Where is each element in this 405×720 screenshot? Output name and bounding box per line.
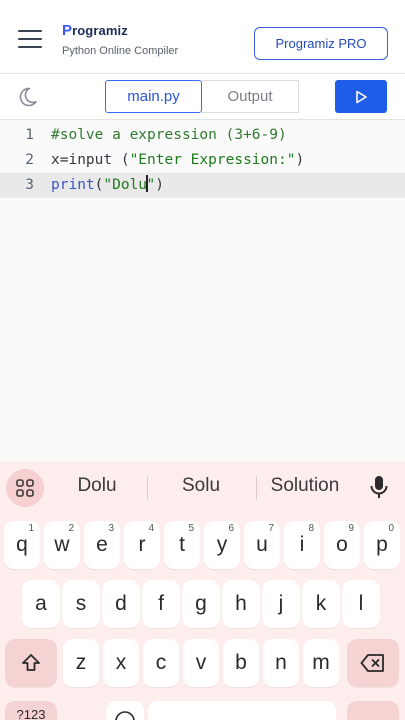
key-o[interactable]: 9o (324, 521, 360, 569)
key-label: r (138, 533, 146, 556)
key-f[interactable]: f (142, 580, 180, 628)
soft-keyboard: Dolu Solu Solution 1q2w3e4r5t6y7u8i9o0p … (0, 461, 405, 720)
key-hint: 5 (188, 523, 194, 534)
key-s[interactable]: s (62, 580, 100, 628)
line-number: 1 (25, 127, 34, 143)
suggestion-divider (147, 476, 148, 500)
key-hint: 2 (68, 523, 74, 534)
key-hint: 9 (348, 523, 354, 534)
emoji-key[interactable] (106, 701, 144, 720)
key-q[interactable]: 1q (4, 521, 40, 569)
key-hint: 8 (308, 523, 314, 534)
key-e[interactable]: 3e (84, 521, 120, 569)
apps-grid-icon[interactable] (6, 469, 44, 507)
key-t[interactable]: 5t (164, 521, 200, 569)
key-b[interactable]: b (223, 639, 259, 687)
key-label: p (376, 533, 388, 556)
code-editor[interactable]: 1 #solve a expression (3+6-9) 2 x=input … (0, 121, 405, 461)
tab-output[interactable]: Output (202, 80, 299, 113)
key-label: e (96, 533, 108, 556)
tab-main-py[interactable]: main.py (105, 80, 202, 113)
key-hint: 4 (148, 523, 154, 534)
shift-key[interactable] (5, 639, 57, 687)
key-label: i (299, 533, 305, 556)
key-m[interactable]: m (303, 639, 339, 687)
key-v[interactable]: v (183, 639, 219, 687)
key-label: y (216, 533, 228, 556)
suggestion-divider (256, 476, 257, 500)
editor-toolbar: main.py Output (0, 74, 405, 120)
dark-mode-icon[interactable] (15, 85, 39, 109)
logo-subtitle: Python Online Compiler (62, 45, 179, 57)
suggestion-1[interactable]: Dolu (56, 475, 138, 497)
line-number: 3 (25, 177, 34, 193)
backspace-icon (360, 654, 384, 672)
key-i[interactable]: 8i (284, 521, 320, 569)
play-icon (356, 90, 367, 103)
code-text: print("Dolu") (51, 175, 165, 193)
key-label: o (336, 533, 348, 556)
line-number: 2 (25, 152, 34, 168)
key-c[interactable]: c (143, 639, 179, 687)
key-r[interactable]: 4r (124, 521, 160, 569)
enter-key[interactable] (347, 701, 399, 720)
key-z[interactable]: z (63, 639, 99, 687)
key-a[interactable]: a (22, 580, 60, 628)
key-d[interactable]: d (102, 580, 140, 628)
key-label: q (16, 533, 28, 556)
key-u[interactable]: 7u (244, 521, 280, 569)
logo-name: Programiz (62, 22, 128, 39)
code-text: #solve a expression (3+6-9) (51, 127, 287, 143)
top-header: Programiz Python Online Compiler Program… (0, 0, 405, 74)
app-screen: Programiz Python Online Compiler Program… (0, 0, 405, 720)
key-k[interactable]: k (302, 580, 340, 628)
key-y[interactable]: 6y (204, 521, 240, 569)
programiz-logo[interactable]: Programiz Python Online Compiler (62, 22, 178, 57)
code-line[interactable]: 2 x=input ("Enter Expression:") (0, 148, 405, 173)
suggestion-3[interactable]: Solution (260, 475, 350, 497)
key-l[interactable]: l (342, 580, 380, 628)
suggestion-2[interactable]: Solu (160, 475, 242, 497)
key-label: w (54, 533, 70, 556)
shift-icon (22, 654, 40, 671)
key-label: t (179, 533, 185, 556)
symbols-key[interactable]: ?123 (5, 701, 57, 720)
key-hint: 1 (28, 523, 34, 534)
key-hint: 0 (388, 523, 394, 534)
backspace-key[interactable] (347, 639, 399, 687)
key-p[interactable]: 0p (364, 521, 400, 569)
code-text: x=input ("Enter Expression:") (51, 152, 305, 168)
suggestion-bar: Dolu Solu Solution (0, 461, 405, 513)
key-n[interactable]: n (263, 639, 299, 687)
key-j[interactable]: j (262, 580, 300, 628)
key-label: u (256, 533, 268, 556)
key-w[interactable]: 2w (44, 521, 80, 569)
key-hint: 3 (108, 523, 114, 534)
key-x[interactable]: x (103, 639, 139, 687)
key-g[interactable]: g (182, 580, 220, 628)
menu-icon[interactable] (18, 30, 42, 50)
space-key[interactable] (148, 701, 336, 720)
key-h[interactable]: h (222, 580, 260, 628)
run-button[interactable] (335, 80, 387, 113)
programiz-pro-button[interactable]: Programiz PRO (254, 27, 388, 60)
code-line[interactable]: 1 #solve a expression (3+6-9) (0, 123, 405, 148)
code-line-active[interactable]: 3 print("Dolu") (0, 173, 405, 198)
key-hint: 7 (268, 523, 274, 534)
microphone-icon[interactable] (364, 472, 394, 502)
key-hint: 6 (228, 523, 234, 534)
emoji-icon (115, 711, 135, 720)
